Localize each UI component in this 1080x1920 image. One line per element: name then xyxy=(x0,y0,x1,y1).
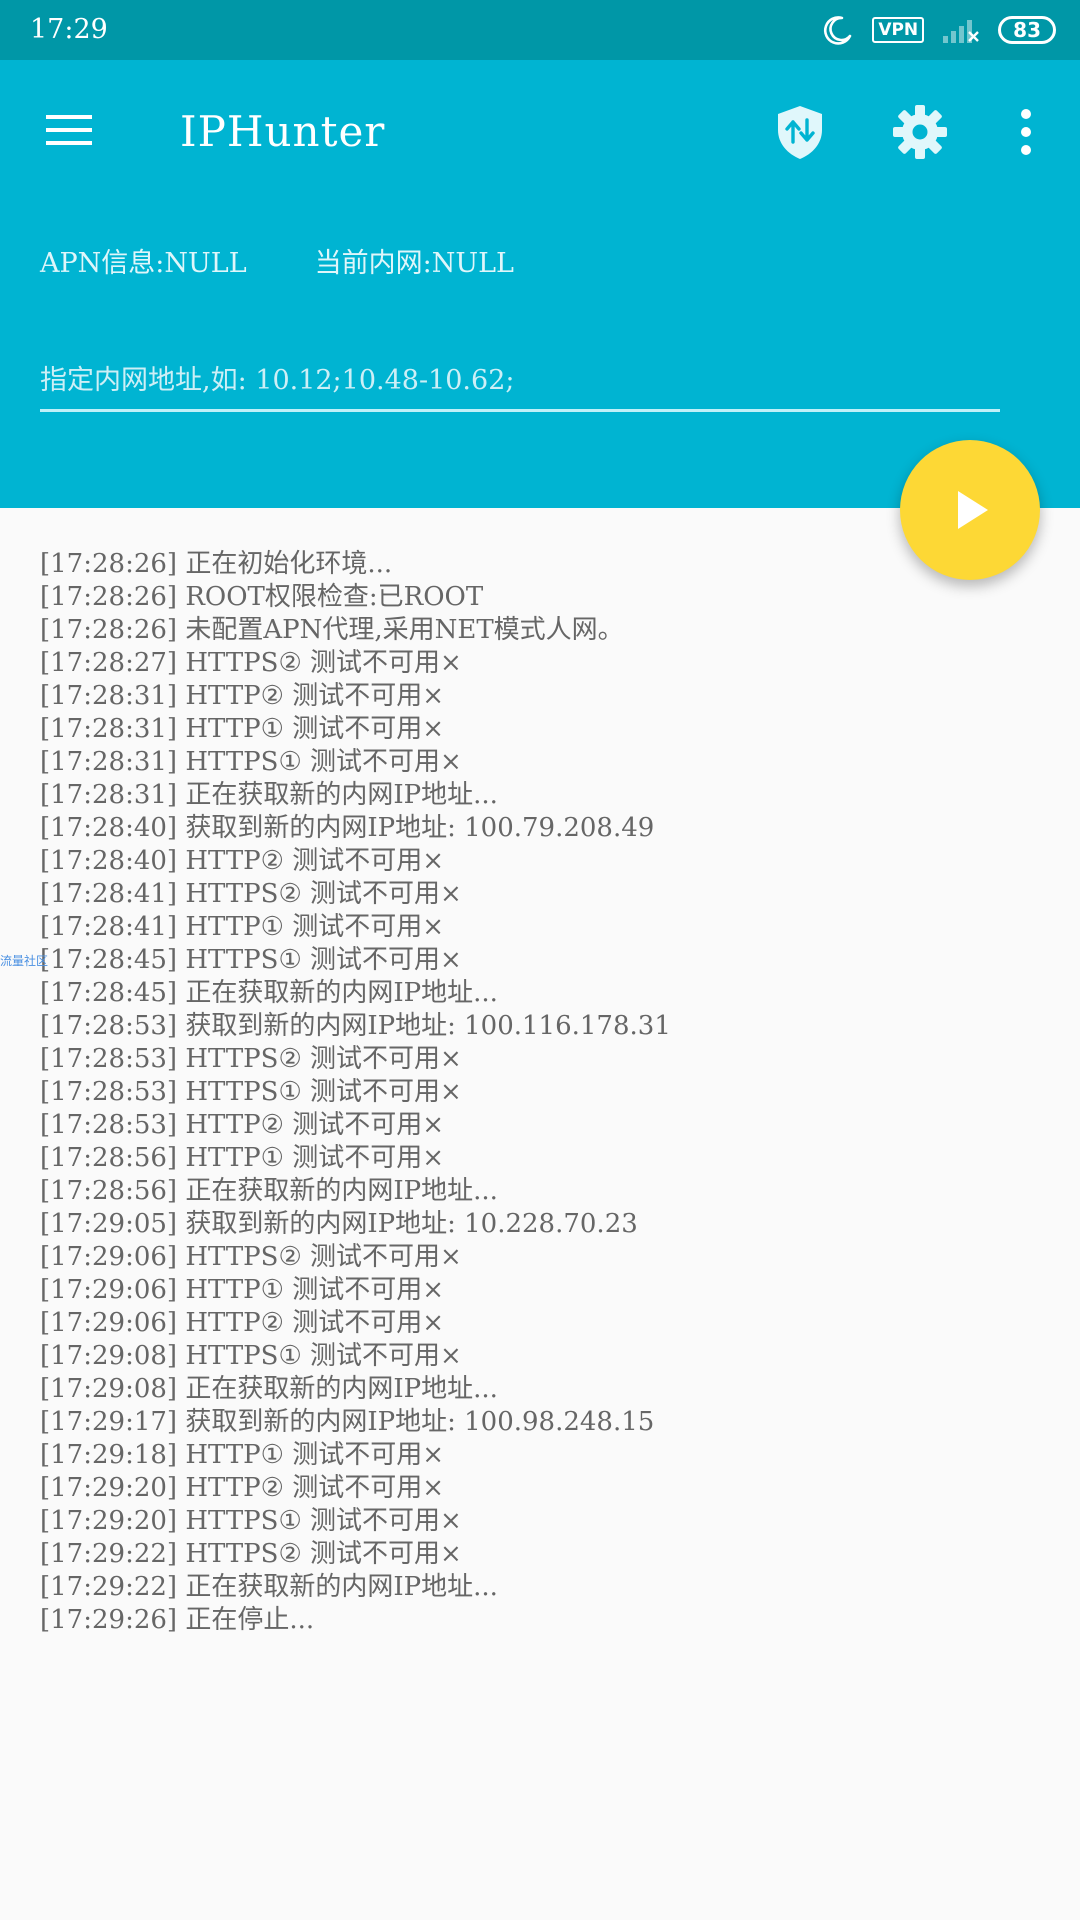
log-line: [17:28:27] HTTPS② 测试不可用× xyxy=(40,648,462,678)
log-line: [17:28:45] HTTPS① 测试不可用× xyxy=(40,945,462,975)
watermark-text: 流量社区 xyxy=(0,954,49,968)
log-line: [17:28:53] HTTP② 测试不可用× xyxy=(40,1110,445,1140)
more-vert-icon xyxy=(1021,109,1031,155)
vpn-shield-icon xyxy=(778,106,822,159)
log-line: [17:28:31] HTTPS① 测试不可用× xyxy=(40,747,462,777)
log-line: [17:28:31] 正在获取新的内网IP地址... xyxy=(40,780,498,810)
log-line: [17:28:56] 正在获取新的内网IP地址... xyxy=(40,1176,498,1206)
menu-icon xyxy=(46,115,92,145)
log-line: [17:29:06] HTTP① 测试不可用× xyxy=(40,1275,445,1305)
status-icons: VPN 83 xyxy=(822,10,1056,50)
app-header: IPHunter APN信息:NULL 当前内网:NULL 指定内网地址,如: … xyxy=(0,60,1080,508)
log-line: [17:28:40] 获取到新的内网IP地址: 100.79.208.49 xyxy=(40,813,655,843)
gear-icon xyxy=(893,105,947,159)
current-network-info: 当前内网:NULL xyxy=(314,248,514,279)
signal-icon xyxy=(942,16,980,44)
log-line: [17:29:08] 正在获取新的内网IP地址... xyxy=(40,1374,498,1404)
log-line: [17:28:41] HTTPS② 测试不可用× xyxy=(40,879,462,909)
log-line: [17:29:20] HTTPS① 测试不可用× xyxy=(40,1506,462,1536)
log-line: [17:28:53] HTTPS② 测试不可用× xyxy=(40,1044,462,1074)
settings-button[interactable] xyxy=(890,102,950,162)
log-line: [17:28:53] 获取到新的内网IP地址: 100.116.178.31 xyxy=(40,1011,671,1041)
log-line: [17:29:17] 获取到新的内网IP地址: 100.98.248.15 xyxy=(40,1407,655,1437)
log-line: [17:28:41] HTTP① 测试不可用× xyxy=(40,912,445,942)
log-line: [17:29:05] 获取到新的内网IP地址: 10.228.70.23 xyxy=(40,1209,638,1239)
log-line: [17:28:53] HTTPS① 测试不可用× xyxy=(40,1077,462,1107)
log-line: [17:29:06] HTTPS② 测试不可用× xyxy=(40,1242,462,1272)
log-line: [17:28:26] 未配置APN代理,采用NET模式人网。 xyxy=(40,615,624,645)
log-line: [17:29:22] HTTPS② 测试不可用× xyxy=(40,1539,462,1569)
log-line: [17:29:18] HTTP① 测试不可用× xyxy=(40,1440,445,1470)
log-line: [17:29:20] HTTP② 测试不可用× xyxy=(40,1473,445,1503)
status-time: 17:29 xyxy=(30,14,108,45)
log-line: [17:28:26] ROOT权限检查:已ROOT xyxy=(40,582,484,612)
moon-icon xyxy=(822,14,854,46)
apn-info: APN信息:NULL xyxy=(40,248,247,279)
start-fab-button[interactable] xyxy=(900,440,1040,580)
vpn-shield-button[interactable] xyxy=(772,102,828,162)
log-line: [17:28:31] HTTP② 测试不可用× xyxy=(40,681,445,711)
log-line: [17:29:22] 正在获取新的内网IP地址... xyxy=(40,1572,498,1602)
app-title: IPHunter xyxy=(180,107,386,156)
status-bar: 17:29 VPN 83 xyxy=(0,0,1080,60)
ip-range-input[interactable] xyxy=(40,352,1000,412)
log-line: [17:28:26] 正在初始化环境... xyxy=(40,549,393,579)
log-line: [17:29:08] HTTPS① 测试不可用× xyxy=(40,1341,462,1371)
log-line: [17:28:31] HTTP① 测试不可用× xyxy=(40,714,445,744)
menu-button[interactable] xyxy=(40,105,100,155)
log-line: [17:29:26] 正在停止... xyxy=(40,1605,315,1635)
log-list: [17:28:26] 正在初始化环境... [17:28:26] ROOT权限检查… xyxy=(40,548,671,1637)
log-line: [17:28:40] HTTP② 测试不可用× xyxy=(40,846,445,876)
play-icon xyxy=(958,491,988,529)
overflow-menu-button[interactable] xyxy=(1008,102,1044,162)
vpn-badge: VPN xyxy=(872,17,925,43)
log-line: [17:29:06] HTTP② 测试不可用× xyxy=(40,1308,445,1338)
network-info-row: APN信息:NULL 当前内网:NULL xyxy=(40,246,514,282)
battery-icon: 83 xyxy=(998,16,1056,44)
log-line: [17:28:45] 正在获取新的内网IP地址... xyxy=(40,978,498,1008)
log-line: [17:28:56] HTTP① 测试不可用× xyxy=(40,1143,445,1173)
